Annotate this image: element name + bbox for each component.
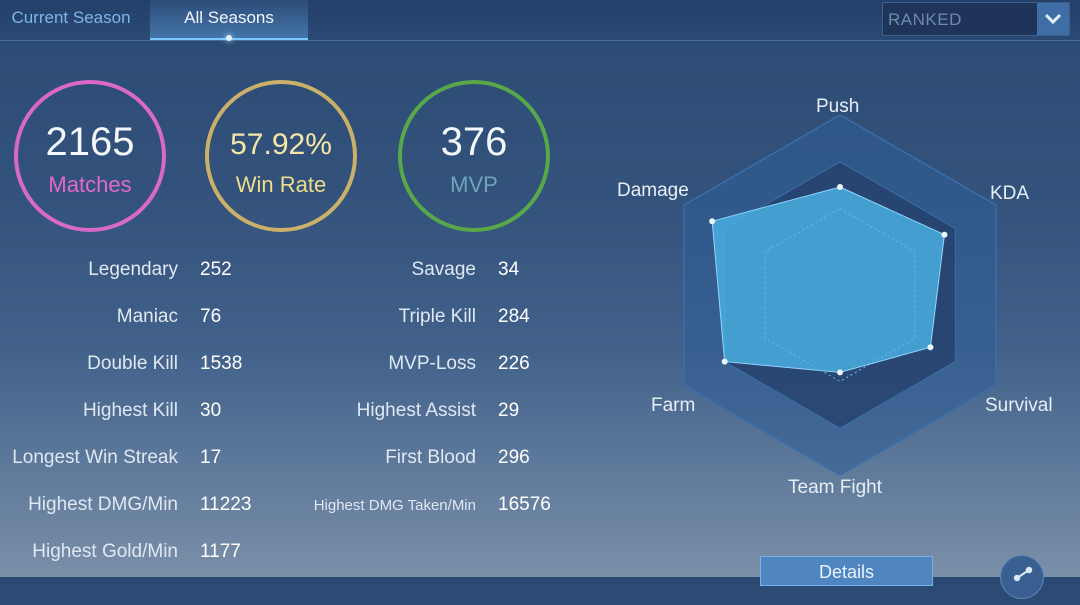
radar-label-survival: Survival [985, 395, 1053, 416]
radar-point-team-fight [837, 369, 843, 376]
share-button[interactable] [1000, 555, 1044, 599]
mode-dropdown-value: RANKED [888, 10, 962, 29]
mode-dropdown[interactable]: RANKED [882, 2, 1070, 36]
stat-value-highest-kill: 30 [200, 400, 222, 421]
mvp-label: MVP [450, 172, 498, 197]
radar-point-survival [927, 344, 934, 351]
tab-all-seasons[interactable]: All Seasons [150, 0, 308, 41]
mvp-count: 376 [440, 120, 508, 164]
stat-label-highest-dmg-min: Highest DMG/Min [28, 494, 178, 515]
stat-value-maniac: 76 [200, 306, 222, 327]
stat-value-highest-dmg-min: 11223 [200, 494, 252, 515]
stat-value-highest-gold-min: 1177 [200, 541, 241, 562]
matches-count: 2165 [45, 120, 135, 164]
stat-label-maniac: Maniac [116, 306, 178, 327]
stat-value-highest-dmg-taken-min: 16576 [498, 494, 551, 515]
stat-label-double-kill: Double Kill [87, 353, 178, 374]
stat-label-highest-gold-min: Highest Gold/Min [32, 541, 178, 562]
radar-label-damage: Damage [617, 180, 689, 201]
stat-label-first-blood: First Blood [385, 447, 476, 468]
matches-label: Matches [48, 172, 132, 197]
stat-label-highest-kill: Highest Kill [82, 400, 178, 421]
radar-point-farm [721, 358, 728, 365]
radar-label-kda: KDA [990, 183, 1030, 204]
stat-label-savage: Savage [411, 259, 476, 280]
stat-value-longest-win-streak: 17 [200, 447, 222, 468]
performance-radar-chart [683, 115, 997, 475]
radar-point-damage [709, 218, 716, 225]
chevron-down-icon[interactable] [1037, 3, 1069, 35]
win-rate-summary: 57.92% Win Rate [205, 80, 357, 232]
stat-label-mvp-loss: MVP-Loss [388, 353, 476, 374]
mvp-summary: 376 MVP [398, 80, 550, 232]
tab-all-seasons-label: All Seasons [184, 8, 274, 27]
stat-value-highest-assist: 29 [498, 400, 520, 421]
radar-point-kda [941, 231, 948, 238]
stat-value-triple-kill: 284 [498, 306, 530, 327]
radar-point-push [837, 184, 843, 190]
stat-label-highest-dmg-taken-min: Highest DMG Taken/Min [313, 497, 476, 514]
win-rate-value: 57.92% [230, 128, 332, 161]
active-tab-indicator [226, 35, 232, 41]
stat-value-double-kill: 1538 [200, 353, 243, 374]
matches-summary: 2165 Matches [14, 80, 166, 232]
stat-label-longest-win-streak: Longest Win Streak [12, 447, 178, 468]
stat-label-legendary: Legendary [88, 259, 178, 280]
share-icon [1013, 566, 1033, 582]
top-bar: Current Season All Seasons RANKED [0, 0, 1080, 41]
tab-current-season[interactable]: Current Season [0, 0, 142, 40]
stat-value-first-blood: 296 [498, 447, 530, 468]
details-button[interactable]: Details [760, 556, 933, 586]
stat-value-savage: 34 [498, 259, 520, 280]
radar-label-team-fight: Team Fight [788, 477, 882, 498]
radar-label-push: Push [816, 96, 860, 117]
radar-label-farm: Farm [651, 395, 696, 416]
stat-label-triple-kill: Triple Kill [398, 306, 476, 327]
stat-value-mvp-loss: 226 [498, 353, 530, 374]
stat-label-highest-assist: Highest Assist [356, 400, 476, 421]
stat-value-legendary: 252 [200, 259, 232, 280]
win-rate-label: Win Rate [235, 172, 327, 197]
